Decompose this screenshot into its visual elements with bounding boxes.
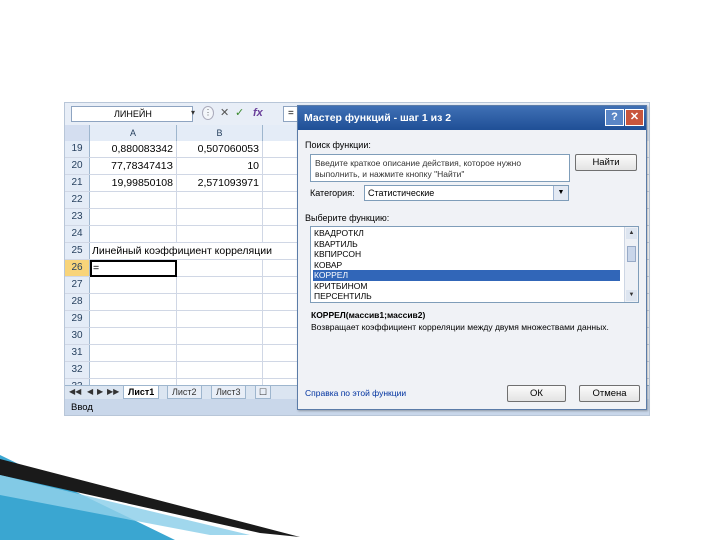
dialog-body: Поиск функции: Введите краткое описание … [298,130,646,409]
cell-a[interactable] [90,277,177,293]
cell-a[interactable] [90,226,177,242]
cancel-entry-icon[interactable]: ✕ [220,106,229,120]
function-list-item[interactable]: КОРРЕЛ [313,270,620,281]
row-header[interactable]: 22 [65,192,90,208]
cell-b[interactable] [177,260,263,276]
function-list-item[interactable]: КОВАР [313,260,342,271]
category-value: Статистические [368,188,435,198]
sheet-tab-2[interactable]: Лист2 [167,386,202,399]
sheet-tab-1[interactable]: Лист1 [123,386,160,399]
row-header[interactable]: 28 [65,294,90,310]
help-link[interactable]: Справка по этой функции [305,388,406,399]
name-box[interactable]: ЛИНЕЙН [71,106,193,122]
row-header[interactable]: 24 [65,226,90,242]
close-button[interactable]: ✕ [625,109,644,126]
function-signature: КОРРЕЛ(массив1;массив2) [311,310,426,320]
column-header-b[interactable]: B [177,125,263,141]
chevron-down-icon[interactable]: ▾ [191,108,195,117]
row-header[interactable]: 25 [65,243,90,259]
function-list-scrollbar[interactable]: ▲ ▼ [624,227,638,302]
sheet-tab-3[interactable]: Лист3 [211,386,246,399]
row-header[interactable]: 31 [65,345,90,361]
cell[interactable] [177,243,263,259]
cell-a[interactable] [90,328,177,344]
next-sheet-icon[interactable]: ▶ [97,387,103,396]
function-list-item[interactable]: КВАРТИЛЬ [313,239,358,250]
dialog-title: Мастер функций - шаг 1 из 2 [304,112,452,124]
cell-b[interactable]: 0,507060053 [177,141,263,157]
cell-a[interactable] [90,192,177,208]
cell-a[interactable] [90,294,177,310]
cell-a[interactable] [90,345,177,361]
cell-a[interactable] [90,209,177,225]
first-sheet-icon[interactable]: ◀◀ [69,387,81,396]
category-select[interactable]: Статистические ▼ [364,185,569,201]
active-cell-border [90,260,177,277]
row-header[interactable]: 19 [65,141,90,157]
column-header-a[interactable]: A [90,125,177,141]
row-header[interactable]: 23 [65,209,90,225]
cell-b[interactable] [177,192,263,208]
cell-b[interactable] [177,362,263,378]
function-list-item[interactable]: ПЕРСЕНТИЛЬ [313,291,372,302]
new-sheet-icon[interactable]: ☐ [255,386,271,399]
ok-button[interactable]: ОК [507,385,566,402]
function-description: Возвращает коэффициент корреляции между … [311,322,609,332]
row-header[interactable]: 20 [65,158,90,174]
cell-b[interactable] [177,294,263,310]
row-header[interactable]: 29 [65,311,90,327]
row-header[interactable]: 21 [65,175,90,191]
cell-b[interactable] [177,277,263,293]
cell-b[interactable] [177,209,263,225]
status-text: Ввод [71,402,93,413]
cell-b[interactable] [177,226,263,242]
row-header[interactable]: 26 [65,260,90,276]
row-header[interactable]: 27 [65,277,90,293]
cell-a[interactable] [90,362,177,378]
select-function-label: Выберите функцию: [305,213,390,223]
help-button[interactable]: ? [605,109,624,126]
prev-sheet-icon[interactable]: ◀ [87,387,93,396]
cell-a[interactable]: 19,99850108 [90,175,177,191]
last-sheet-icon[interactable]: ▶▶ [107,387,119,396]
chevron-down-icon[interactable]: ▼ [553,186,568,200]
cell-b[interactable]: 10 [177,158,263,174]
scroll-thumb[interactable] [627,246,636,262]
cell-b[interactable] [177,345,263,361]
search-input[interactable]: Введите краткое описание действия, котор… [310,154,570,182]
function-list-item[interactable]: КВПИРСОН [313,249,361,260]
select-all-corner[interactable] [65,125,90,141]
cell-a[interactable]: 77,7834741З [90,158,177,174]
cancel-button[interactable]: Отмена [579,385,640,402]
function-wizard-dialog: Мастер функций - шаг 1 из 2 ? ✕ Поиск фу… [297,105,647,410]
cell-b[interactable]: 2,571093971 [177,175,263,191]
formula-bar-handle-icon[interactable]: ⋮ [202,106,214,120]
cell-b[interactable] [177,311,263,327]
search-label: Поиск функции: [305,140,371,150]
category-label: Категория: [310,188,355,198]
function-list[interactable]: ПЕРСЕНТИЛЬ КРИТБИНОМ КОРРЕЛ КОВАР КВПИРСОН КВ… [310,226,639,303]
find-button[interactable]: Найти [575,154,637,171]
row-header[interactable]: 32 [65,362,90,378]
insert-function-icon[interactable]: fx [253,106,263,120]
scroll-up-icon[interactable]: ▲ [626,228,637,239]
cell-b[interactable] [177,328,263,344]
cell-a[interactable] [90,311,177,327]
confirm-entry-icon[interactable]: ✓ [235,106,244,120]
scroll-down-icon[interactable]: ▼ [626,290,637,301]
row-header[interactable]: 30 [65,328,90,344]
function-list-item[interactable]: КВАДРОТКЛ [313,228,364,239]
dialog-title-bar[interactable]: Мастер функций - шаг 1 из 2 ? ✕ [298,106,646,130]
cell-a[interactable]: 0,880083342 [90,141,177,157]
slide-decoration [0,455,300,540]
function-list-item[interactable]: КРИТБИНОМ [313,281,367,292]
